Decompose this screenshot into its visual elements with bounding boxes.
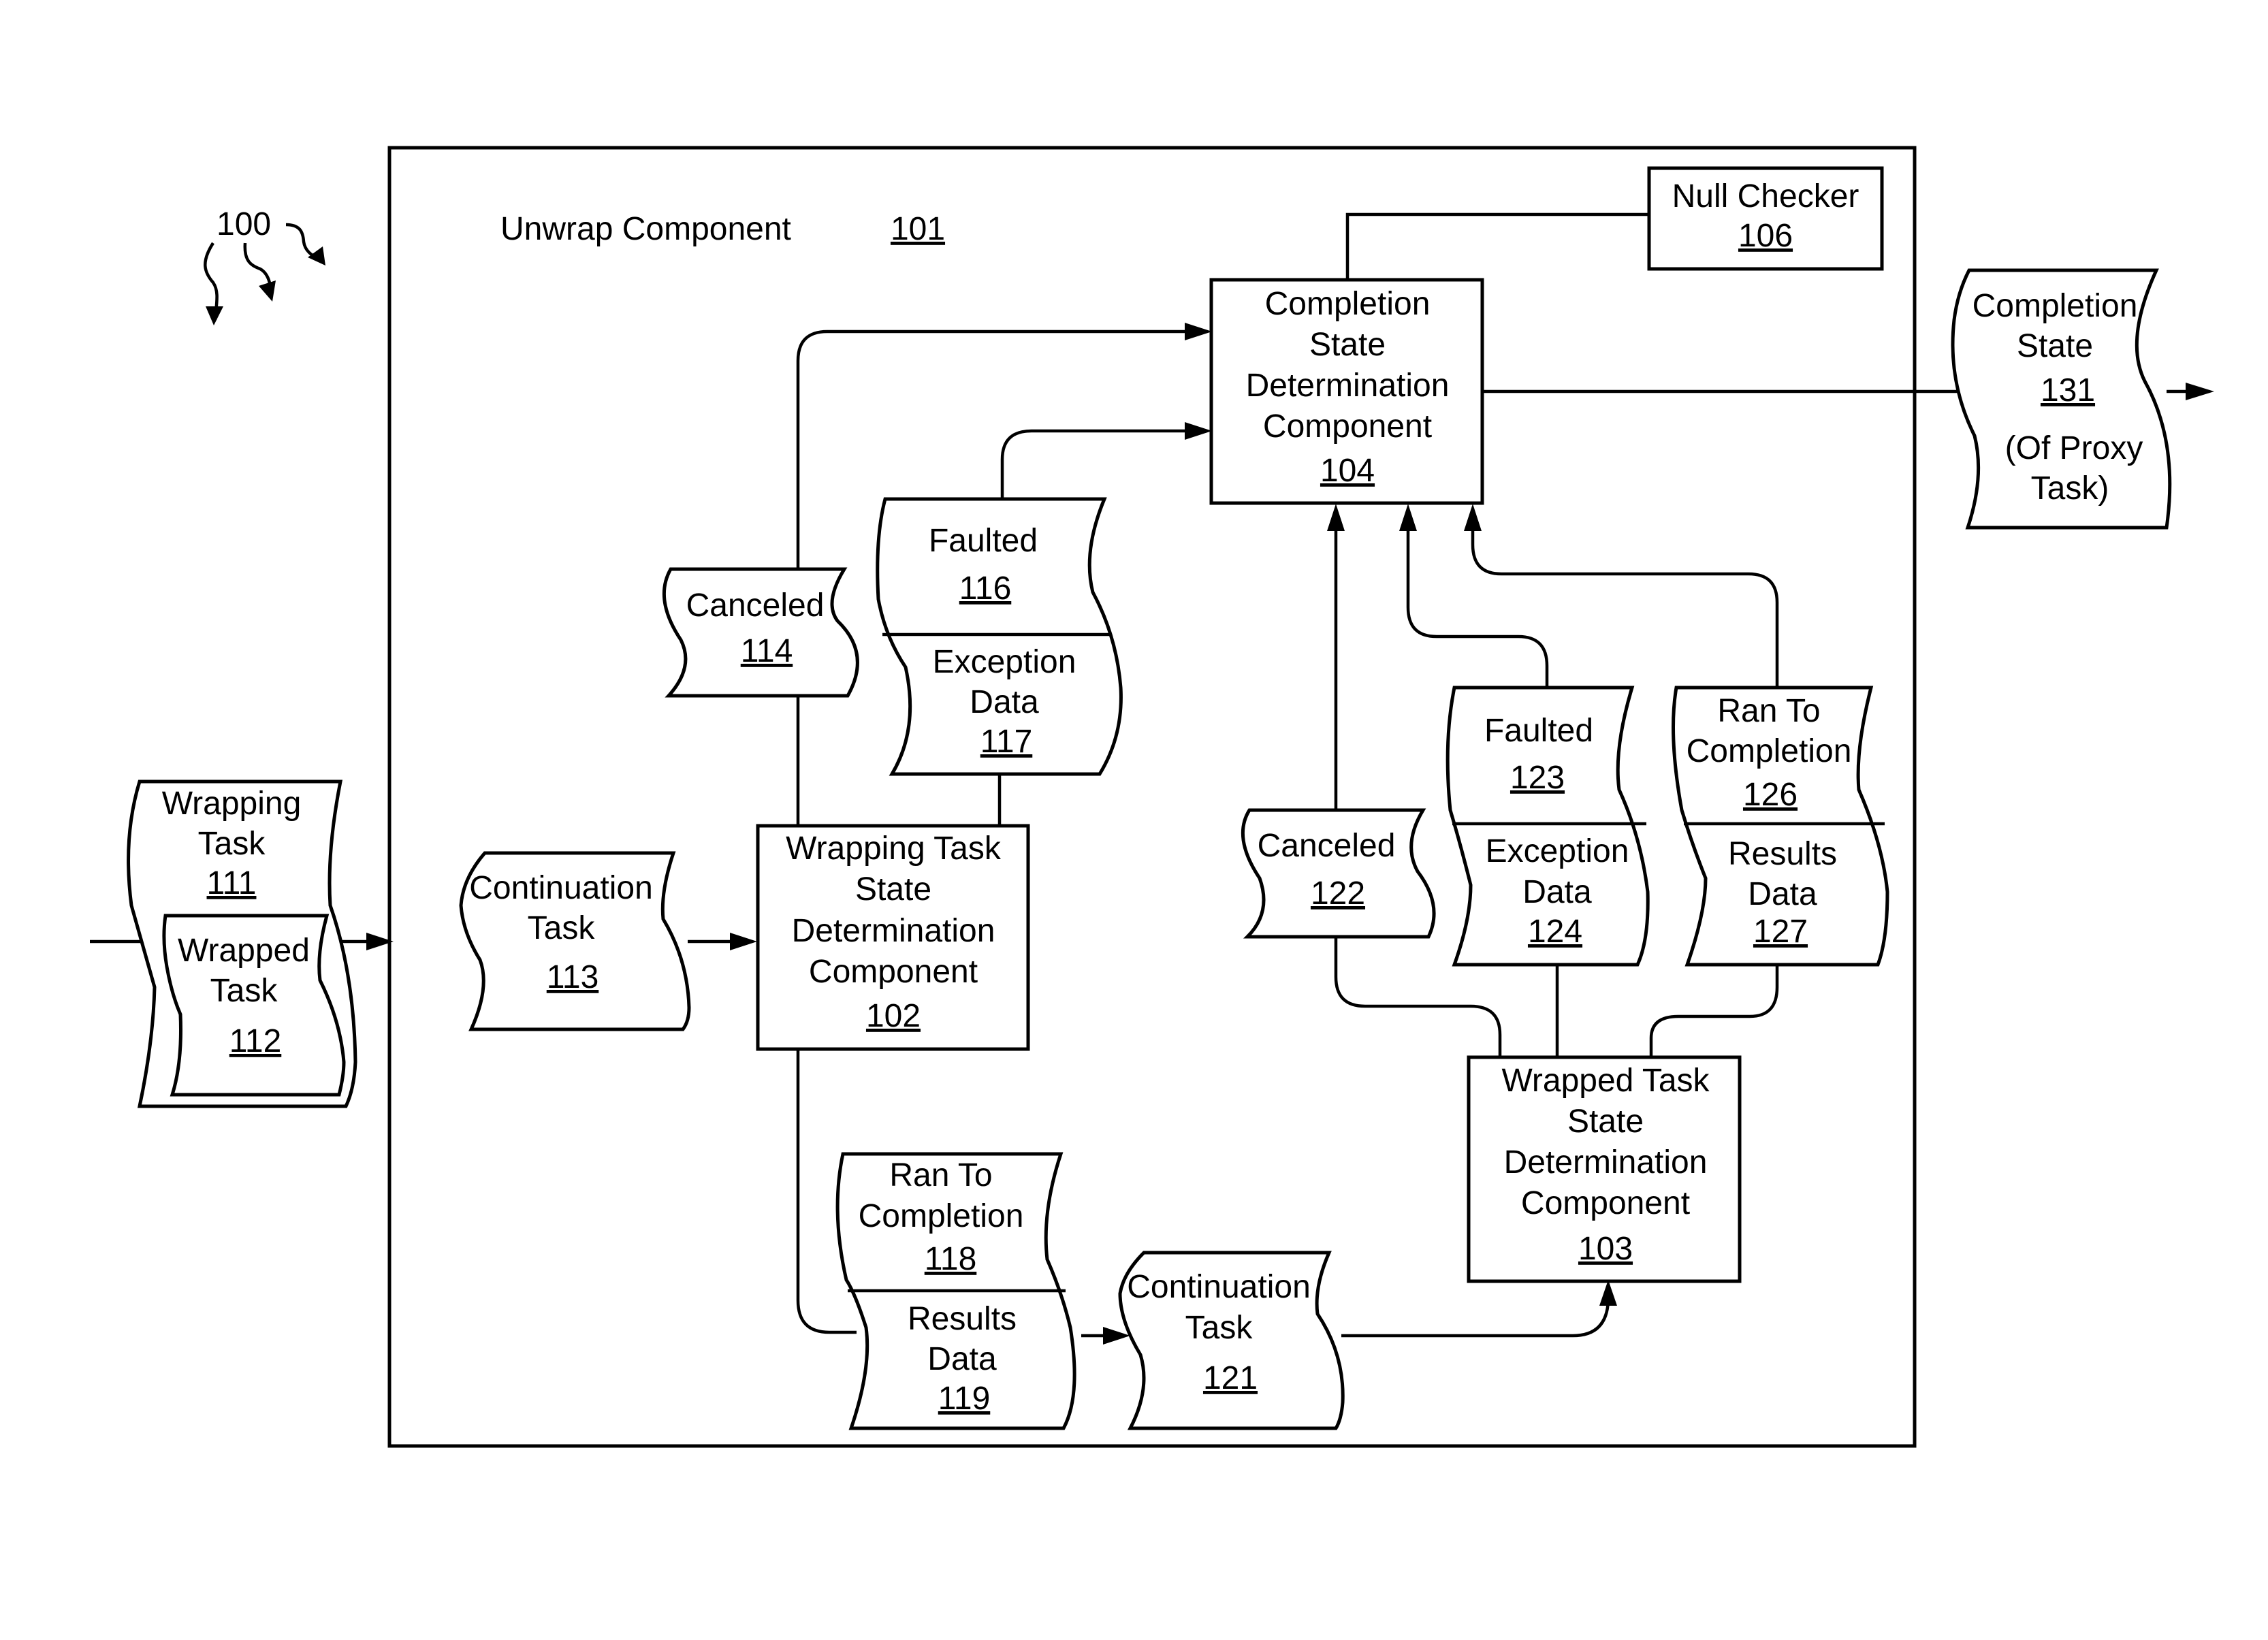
label-line: Wrapped Task <box>1501 1063 1710 1099</box>
ref-label: 126 <box>1743 777 1798 813</box>
canceled-122[interactable]: Canceled 122 <box>1241 808 1436 939</box>
ref-label: 121 <box>1203 1360 1258 1396</box>
label-line: Continuation <box>469 870 653 906</box>
label-line: Task <box>528 910 596 946</box>
note-line: (Of Proxy <box>2005 430 2143 466</box>
label-line: Component <box>1521 1185 1690 1221</box>
null-checker-106[interactable]: Null Checker 106 <box>1647 166 1884 271</box>
label-line: Wrapping Task <box>786 831 1002 867</box>
label-line: Data <box>1748 876 1817 912</box>
ref-label: 127 <box>1753 914 1808 950</box>
label-line: Task <box>210 973 278 1009</box>
label-line: Component <box>1263 408 1432 445</box>
ref-label: 117 <box>980 724 1033 760</box>
ref-label: 123 <box>1510 760 1565 796</box>
ref-label: 112 <box>229 1023 282 1059</box>
ref-label: 116 <box>959 570 1012 607</box>
figure-ref-label: 100 <box>217 206 271 242</box>
continuation-121-to-wrapped-state-arrowhead <box>1599 1280 1617 1306</box>
ran-to-completion-118-results-data-119[interactable]: Ran To Completion 118 Results Data 119 <box>835 1152 1076 1430</box>
ran-to-completion-126-arrowhead <box>1464 504 1482 531</box>
completion-output-arrowhead <box>2186 383 2214 400</box>
continuation-task-113[interactable]: Continuation Task 113 <box>459 851 691 1031</box>
faulted-123-arrowhead <box>1399 504 1417 531</box>
wrapping-task-state-determination-component-102[interactable]: Wrapping Task State Determination Compon… <box>756 824 1030 1051</box>
ref-label: 104 <box>1320 453 1375 489</box>
ref-label: 114 <box>741 633 793 669</box>
unwrap-component-ref: 101 <box>891 211 945 247</box>
label-line: Faulted <box>1484 713 1593 749</box>
wrapped-task-112[interactable]: Wrapped Task 112 <box>162 914 346 1097</box>
label-line: Determination <box>792 913 995 949</box>
null-checker-line <box>1345 212 1649 280</box>
label-line: State <box>855 871 931 907</box>
ref-label: 122 <box>1311 875 1365 912</box>
label-line: State <box>2017 328 2093 364</box>
figure-arrowhead-1 <box>206 306 223 325</box>
canceled-114-arrowhead <box>1185 323 1212 340</box>
ref-label: 119 <box>938 1381 991 1417</box>
label-line: Ran To <box>889 1157 992 1193</box>
completion-state-131[interactable]: Completion State 131 (Of Proxy Task) <box>1951 268 2172 530</box>
label-line: Completion <box>1972 288 2138 324</box>
label-line: Continuation <box>1127 1269 1311 1305</box>
label-line: Results <box>908 1301 1017 1337</box>
label-line: Wrapped <box>178 933 310 969</box>
continuation-task-121[interactable]: Continuation Task 121 <box>1118 1251 1345 1430</box>
figure-ref-100: 100 <box>204 206 325 325</box>
label-line: Canceled <box>686 588 825 624</box>
label-line: Completion <box>1265 286 1431 322</box>
label-line: Completion <box>859 1198 1024 1234</box>
label-line: Wrapping <box>162 786 302 822</box>
canceled-122-arrowhead <box>1327 504 1345 531</box>
label-line: Exception <box>933 644 1076 680</box>
ref-label: 124 <box>1528 914 1582 950</box>
wrapped-task-state-determination-component-103[interactable]: Wrapped Task State Determination Compone… <box>1467 1055 1742 1283</box>
label-line: Component <box>809 954 978 990</box>
ref-label: 102 <box>866 998 921 1034</box>
figure-arrowhead-2 <box>259 280 276 302</box>
canceled-114[interactable]: Canceled 114 <box>662 567 859 698</box>
ref-label: 113 <box>547 959 599 995</box>
unwrap-component-title: Unwrap Component <box>500 211 791 247</box>
unwrap-component-diagram: 100 Unwrap Component 101 Null Checker 10… <box>90 146 2214 1448</box>
ran-to-completion-126-results-data-127[interactable]: Ran To Completion 126 Results Data 127 <box>1672 686 1889 967</box>
note-line: Task) <box>2031 470 2109 507</box>
null-checker-ref: 106 <box>1738 218 1793 254</box>
faulted-123-exception-data-124[interactable]: Faulted 123 Exception Data 124 <box>1446 686 1650 967</box>
null-checker-label: Null Checker <box>1672 178 1859 214</box>
label-line: Data <box>927 1341 997 1377</box>
label-line: State <box>1309 327 1386 363</box>
label-line: Determination <box>1246 368 1450 404</box>
label-line: Data <box>1522 874 1592 910</box>
label-line: Data <box>970 684 1039 720</box>
label-line: Ran To <box>1717 693 1820 729</box>
faulted-116-arrowhead <box>1185 422 1212 440</box>
label-line: Determination <box>1504 1144 1708 1180</box>
label-line: Task <box>198 826 266 862</box>
label-line: Completion <box>1687 733 1852 769</box>
faulted-116-exception-data-117[interactable]: Faulted 116 Exception Data 117 <box>876 497 1123 776</box>
continuation-to-wrapping-state-arrowhead <box>730 933 757 950</box>
completion-state-determination-component-104[interactable]: Completion State Determination Component… <box>1209 278 1484 505</box>
ref-label: 131 <box>2041 372 2095 408</box>
ref-label: 111 <box>207 865 257 901</box>
label-line: Canceled <box>1258 828 1396 864</box>
label-line: Results <box>1728 836 1837 872</box>
label-line: Task <box>1185 1310 1253 1346</box>
label-line: Exception <box>1486 833 1629 869</box>
ref-label: 103 <box>1578 1231 1633 1267</box>
label-line: State <box>1567 1104 1644 1140</box>
figure-arrowhead-3 <box>308 246 325 266</box>
label-line: Faulted <box>929 523 1038 559</box>
ref-label: 118 <box>925 1241 977 1277</box>
continuation-121-to-wrapped-state-line <box>1341 1290 1610 1338</box>
